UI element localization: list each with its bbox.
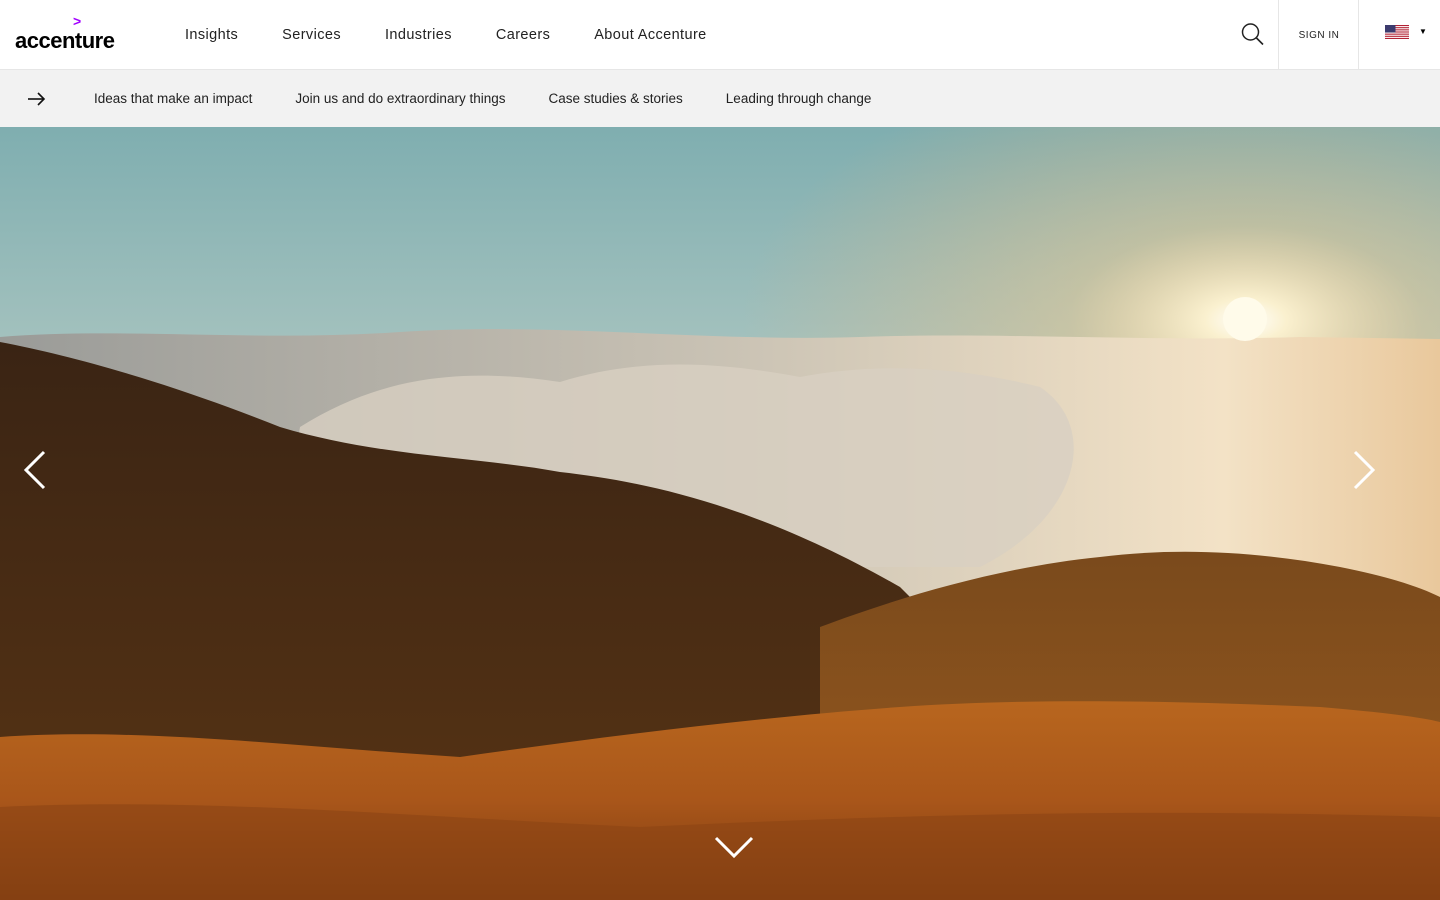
chevron-down-icon bbox=[714, 836, 754, 859]
hero-image bbox=[0, 127, 1440, 900]
arrow-right-icon bbox=[28, 92, 46, 106]
logo-mark: > bbox=[73, 13, 82, 29]
nav-item-industries[interactable]: Industries bbox=[385, 27, 452, 43]
search-icon bbox=[1241, 23, 1264, 46]
search-button[interactable] bbox=[1236, 18, 1270, 52]
subnav-links: Ideas that make an impact Join us and do… bbox=[94, 70, 914, 127]
us-flag-icon bbox=[1385, 25, 1409, 39]
subnav-arrow-button[interactable] bbox=[24, 88, 48, 110]
subnav-item-case-studies[interactable]: Case studies & stories bbox=[548, 91, 682, 106]
caret-down-icon: ▼ bbox=[1419, 27, 1427, 36]
site-header: > accenture Insights Services Industries… bbox=[0, 0, 1440, 70]
nav-item-careers[interactable]: Careers bbox=[496, 27, 550, 43]
carousel-next-button[interactable] bbox=[1342, 445, 1382, 495]
carousel-prev-button[interactable] bbox=[17, 445, 57, 495]
chevron-right-icon bbox=[1353, 450, 1376, 490]
subnav-item-join-us[interactable]: Join us and do extraordinary things bbox=[295, 91, 505, 106]
logo-text: accenture bbox=[15, 28, 115, 53]
chevron-left-icon bbox=[23, 450, 46, 490]
nav-item-insights[interactable]: Insights bbox=[185, 27, 238, 43]
accenture-logo[interactable]: > accenture bbox=[15, 14, 125, 54]
nav-item-about[interactable]: About Accenture bbox=[594, 27, 706, 43]
sign-in-button[interactable]: SIGN IN bbox=[1279, 0, 1359, 70]
country-selector[interactable]: ▼ bbox=[1359, 0, 1440, 70]
scroll-down-button[interactable] bbox=[712, 832, 756, 862]
main-nav: Insights Services Industries Careers Abo… bbox=[185, 0, 751, 70]
subnav-item-leading-change[interactable]: Leading through change bbox=[726, 91, 872, 106]
subnav-item-ideas[interactable]: Ideas that make an impact bbox=[94, 91, 252, 106]
sub-nav: Ideas that make an impact Join us and do… bbox=[0, 70, 1440, 127]
nav-item-services[interactable]: Services bbox=[282, 27, 341, 43]
hero-carousel bbox=[0, 127, 1440, 900]
